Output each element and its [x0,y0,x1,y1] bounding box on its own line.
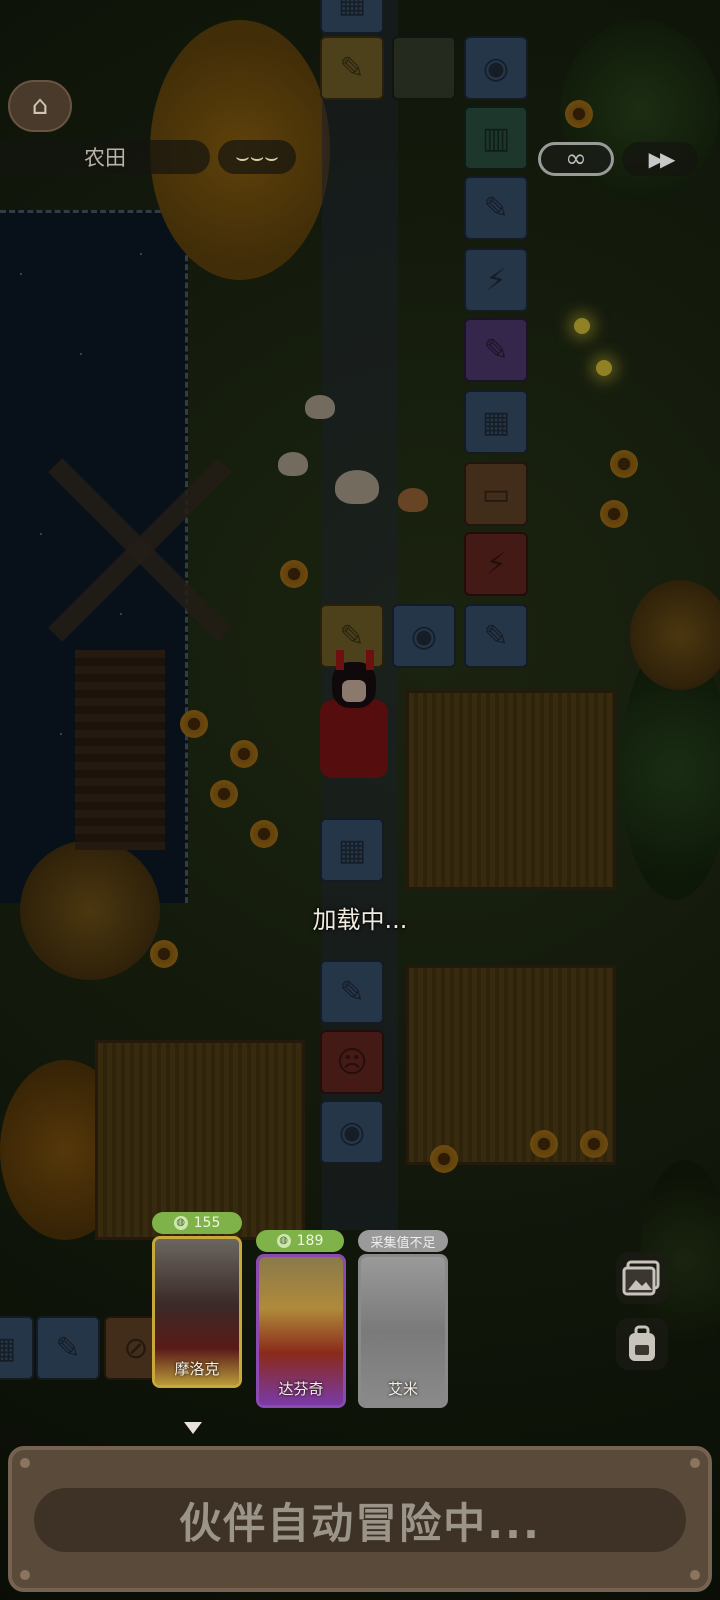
coin-icon: ◍ [276,1234,291,1248]
loop-button[interactable]: ∞ [538,142,614,176]
companion-2-badge: ◍ 189 [256,1230,344,1252]
sleep-button[interactable]: ⌣⌣⌣ [218,140,296,174]
backpack-button[interactable] [616,1318,668,1370]
companion-3-badge: 采集值不足 [358,1230,448,1252]
coin-icon: ◍ [173,1216,188,1230]
companion-card-1[interactable]: 摩洛克 [152,1236,242,1388]
bottom-panel: 伙伴自动冒险中... [8,1446,712,1592]
companion-card-3[interactable]: 艾米 [358,1254,448,1408]
home-button[interactable]: ⌂ [8,80,72,132]
auto-adventure-button[interactable]: 伙伴自动冒险中... [34,1488,686,1552]
companion-1-name: 摩洛克 [174,1360,220,1378]
loading-text: 加载中... [312,906,408,934]
fast-forward-icon: ▶▶ [648,147,676,171]
companion-3-name: 艾米 [387,1380,418,1398]
companion-2-name: 达芬奇 [278,1380,324,1398]
closed-eye-icon: ⌣⌣⌣ [235,144,279,170]
gallery-icon [622,1260,660,1296]
speed-button[interactable]: ▶▶ [622,142,698,176]
album-button[interactable] [616,1252,668,1304]
companion-card-2[interactable]: 达芬奇 [256,1254,346,1408]
companion-1-badge: ◍ 155 [152,1212,242,1234]
home-icon: ⌂ [31,91,49,121]
selected-pointer-icon [184,1422,202,1434]
backpack-icon [629,1325,655,1361]
location-label: 农田 [0,140,210,174]
infinity-icon: ∞ [565,144,587,174]
